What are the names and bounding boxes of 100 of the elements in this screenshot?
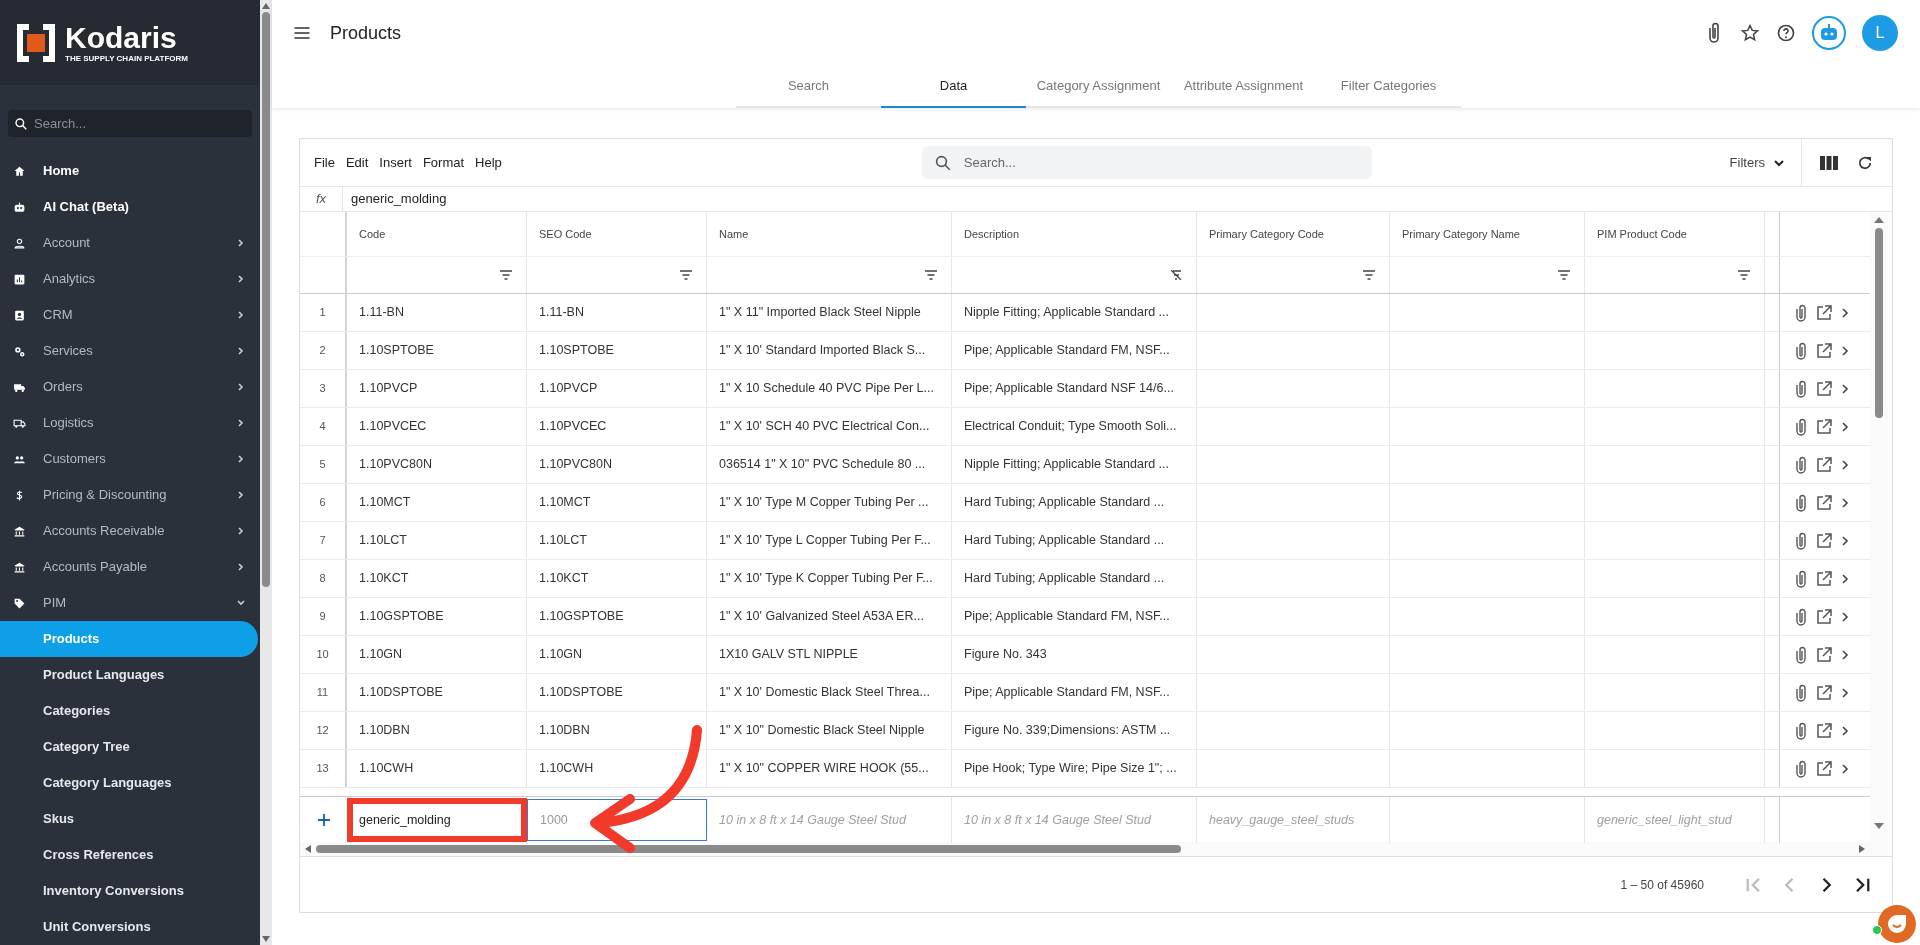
paperclip-icon[interactable] bbox=[1794, 607, 1808, 626]
table-cell[interactable]: 1X10 GALV STL NIPPLE bbox=[707, 636, 952, 673]
external-link-icon[interactable] bbox=[1816, 532, 1832, 549]
sidebar-subitem[interactable]: Category Languages bbox=[0, 765, 258, 801]
chevron-right-icon[interactable] bbox=[1840, 686, 1850, 699]
table-cell[interactable]: 1" X 10' Type K Copper Tubing Per F... bbox=[707, 560, 952, 597]
star-icon[interactable] bbox=[1740, 23, 1760, 43]
column-header[interactable]: Code bbox=[347, 212, 527, 256]
external-link-icon[interactable] bbox=[1816, 304, 1832, 321]
sidebar-item[interactable]: Customers bbox=[0, 441, 260, 477]
column-header[interactable]: Description bbox=[952, 212, 1197, 256]
table-cell[interactable]: 1.10DBN bbox=[347, 712, 527, 749]
scroll-down-icon[interactable] bbox=[262, 935, 270, 943]
table-cell[interactable]: 1" X 10' Galvanized Steel A53A ER... bbox=[707, 598, 952, 635]
chevron-right-icon[interactable] bbox=[1840, 724, 1850, 737]
sidebar-subitem[interactable]: Unit Conversions bbox=[0, 909, 258, 945]
external-link-icon[interactable] bbox=[1816, 494, 1832, 511]
table-cell[interactable]: Pipe; Applicable Standard FM, NSF... bbox=[952, 598, 1197, 635]
chevron-right-icon[interactable] bbox=[1840, 458, 1850, 471]
external-link-icon[interactable] bbox=[1816, 722, 1832, 739]
help-icon[interactable] bbox=[1776, 23, 1796, 43]
external-link-icon[interactable] bbox=[1816, 570, 1832, 587]
external-link-icon[interactable] bbox=[1816, 380, 1832, 397]
table-cell[interactable]: 1.10PVC80N bbox=[527, 446, 707, 483]
menu-item[interactable]: Help bbox=[475, 152, 502, 173]
filter-icon[interactable] bbox=[1558, 270, 1570, 280]
sidebar-item[interactable]: Accounts Receivable bbox=[0, 513, 260, 549]
tab[interactable]: Category Assignment bbox=[1026, 66, 1171, 108]
column-header[interactable]: Name bbox=[707, 212, 952, 256]
filter-icon[interactable] bbox=[500, 270, 512, 280]
sidebar-item[interactable]: Orders bbox=[0, 369, 260, 405]
scroll-up-icon[interactable] bbox=[262, 2, 270, 10]
filter-icon[interactable] bbox=[925, 270, 937, 280]
table-cell[interactable]: 1" X 11" Imported Black Steel Nipple bbox=[707, 294, 952, 331]
tab[interactable]: Data bbox=[881, 66, 1026, 108]
column-header[interactable]: Primary Category Name bbox=[1390, 212, 1585, 256]
table-cell[interactable]: Figure No. 343 bbox=[952, 636, 1197, 673]
table-cell[interactable]: 1.10LCT bbox=[347, 522, 527, 559]
sidebar-item[interactable]: Logistics bbox=[0, 405, 260, 441]
table-cell[interactable]: 1.10PVCEC bbox=[347, 408, 527, 445]
table-cell[interactable]: Pipe; Applicable Standard FM, NSF... bbox=[952, 674, 1197, 711]
scroll-right-icon[interactable] bbox=[1858, 845, 1866, 853]
table-cell[interactable]: 1.10PVC80N bbox=[347, 446, 527, 483]
menu-item[interactable]: File bbox=[314, 152, 335, 173]
table-cell[interactable]: 1.10GN bbox=[527, 636, 707, 673]
table-cell[interactable]: 1.10DBN bbox=[527, 712, 707, 749]
paperclip-icon[interactable] bbox=[1794, 721, 1808, 740]
sidebar-subitem[interactable]: Categories bbox=[0, 693, 258, 729]
sidebar-item[interactable]: Accounts Payable bbox=[0, 549, 260, 585]
add-icon[interactable] bbox=[316, 813, 331, 827]
scrollbar-thumb[interactable] bbox=[316, 845, 1181, 853]
sidebar-item[interactable]: Home bbox=[0, 153, 260, 189]
paperclip-icon[interactable] bbox=[1794, 759, 1808, 778]
paperclip-icon[interactable] bbox=[1794, 531, 1808, 550]
table-cell[interactable]: 1" X 10' Type M Copper Tubing Per ... bbox=[707, 484, 952, 521]
assistant-button[interactable] bbox=[1812, 16, 1846, 50]
sidebar-item[interactable]: Services bbox=[0, 333, 260, 369]
sidebar-subitem[interactable]: Product Languages bbox=[0, 657, 258, 693]
table-cell[interactable]: 1.10KCT bbox=[527, 560, 707, 597]
table-cell[interactable]: Hard Tubing; Applicable Standard ... bbox=[952, 522, 1197, 559]
table-cell[interactable]: 1" X 10' Standard Imported Black S... bbox=[707, 332, 952, 369]
filter-icon[interactable] bbox=[1363, 270, 1375, 280]
external-link-icon[interactable] bbox=[1816, 684, 1832, 701]
table-cell[interactable]: Pipe; Applicable Standard FM, NSF... bbox=[952, 332, 1197, 369]
table-cell[interactable]: Hard Tubing; Applicable Standard ... bbox=[952, 560, 1197, 597]
sidebar-item[interactable]: Analytics bbox=[0, 261, 260, 297]
chat-icon[interactable] bbox=[1878, 905, 1916, 943]
table-cell[interactable]: 1.10SPTOBE bbox=[527, 332, 707, 369]
chevron-right-icon[interactable] bbox=[1840, 610, 1850, 623]
paperclip-icon[interactable] bbox=[1794, 683, 1808, 702]
table-cell[interactable]: Pipe; Applicable Standard NSF 14/6... bbox=[952, 370, 1197, 407]
search-field[interactable]: Search... bbox=[8, 110, 252, 137]
scroll-up-icon[interactable] bbox=[1874, 216, 1884, 224]
table-cell[interactable]: 1.10PVCEC bbox=[527, 408, 707, 445]
table-cell[interactable]: 1.11-BN bbox=[347, 294, 527, 331]
columns-icon[interactable] bbox=[1820, 155, 1838, 170]
sidebar-item[interactable]: Account bbox=[0, 225, 260, 261]
paperclip-icon[interactable] bbox=[1794, 303, 1808, 322]
scrollbar-thumb[interactable] bbox=[262, 12, 270, 587]
chevron-right-icon[interactable] bbox=[1840, 420, 1850, 433]
table-cell[interactable]: 1.11-BN bbox=[527, 294, 707, 331]
scrollbar-thumb[interactable] bbox=[1875, 228, 1883, 418]
scroll-down-icon[interactable] bbox=[1874, 822, 1884, 830]
table-cell[interactable]: 1.10GSPTOBE bbox=[527, 598, 707, 635]
filters-dropdown[interactable]: Filters bbox=[1729, 152, 1801, 173]
column-header[interactable]: PIM Product Code bbox=[1585, 212, 1765, 256]
table-cell[interactable]: 1.10LCT bbox=[527, 522, 707, 559]
column-header[interactable]: SEO Code bbox=[527, 212, 707, 256]
table-cell[interactable]: 1.10GSPTOBE bbox=[347, 598, 527, 635]
menu-item[interactable]: Format bbox=[422, 152, 465, 173]
paperclip-icon[interactable] bbox=[1794, 455, 1808, 474]
external-link-icon[interactable] bbox=[1816, 456, 1832, 473]
external-link-icon[interactable] bbox=[1816, 608, 1832, 625]
table-cell[interactable]: 1" X 10' Type L Copper Tubing Per F... bbox=[707, 522, 952, 559]
formula-value[interactable]: generic_molding bbox=[342, 186, 447, 212]
table-cell[interactable]: Hard Tubing; Applicable Standard ... bbox=[952, 484, 1197, 521]
scroll-left-icon[interactable] bbox=[304, 845, 312, 853]
chevron-right-icon[interactable] bbox=[1840, 534, 1850, 547]
sidebar-item[interactable]: PIM bbox=[0, 585, 260, 621]
table-cell[interactable]: 1" X 10' Domestic Black Steel Threa... bbox=[707, 674, 952, 711]
